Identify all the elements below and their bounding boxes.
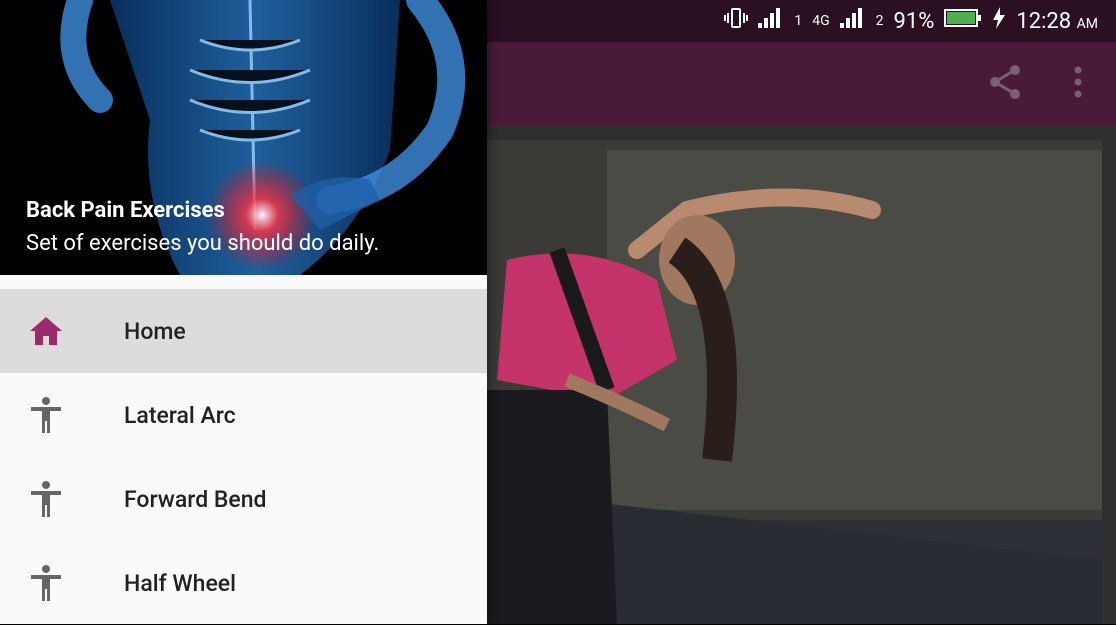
sim1-label: 1: [794, 13, 803, 29]
signal-icon-sim2: [839, 8, 866, 34]
person-icon: [28, 397, 64, 433]
clock: 12:28 AM: [1016, 9, 1098, 34]
share-button[interactable]: [985, 64, 1025, 104]
share-icon: [988, 64, 1022, 104]
clock-ampm: AM: [1076, 15, 1098, 32]
exercise-video[interactable]: [487, 140, 1102, 624]
drawer-subtitle: Set of exercises you should do daily.: [26, 231, 380, 256]
drawer-item-label: Home: [124, 317, 186, 345]
person-icon: [28, 565, 64, 601]
signal-icon-sim1: [758, 8, 784, 34]
sim2-label: 2: [875, 13, 884, 29]
battery-percent: 91%: [893, 8, 935, 34]
home-icon: [28, 313, 64, 349]
drawer-item-label: Half Wheel: [124, 569, 236, 597]
app-bar: [487, 42, 1116, 126]
vibrate-icon: [724, 7, 749, 35]
drawer-item-home[interactable]: Home: [0, 289, 487, 373]
drawer-title: Back Pain Exercises: [26, 198, 225, 223]
more-options-button[interactable]: [1063, 64, 1093, 104]
drawer-header: Back Pain Exercises Set of exercises you…: [0, 0, 487, 275]
charging-icon: [992, 7, 1006, 35]
drawer-item-lateral-arc[interactable]: Lateral Arc: [0, 373, 487, 457]
more-vert-icon: [1073, 66, 1083, 102]
drawer-item-half-wheel[interactable]: Half Wheel: [0, 541, 487, 625]
drawer-item-label: Lateral Arc: [124, 401, 236, 429]
person-icon: [28, 481, 64, 517]
network-type-label: 4G: [812, 13, 830, 29]
battery-icon: [944, 8, 982, 34]
navigation-drawer: Back Pain Exercises Set of exercises you…: [0, 0, 487, 624]
video-frame-illustration: [487, 140, 1102, 624]
drawer-item-label: Forward Bend: [124, 485, 267, 513]
drawer-item-forward-bend[interactable]: Forward Bend: [0, 457, 487, 541]
drawer-menu: Home Lateral Arc Forward Bend Half Wheel: [0, 289, 487, 625]
clock-time: 12:28: [1016, 8, 1072, 34]
status-icons: 1 4G 2 91% 12:28 AM: [724, 0, 1098, 42]
